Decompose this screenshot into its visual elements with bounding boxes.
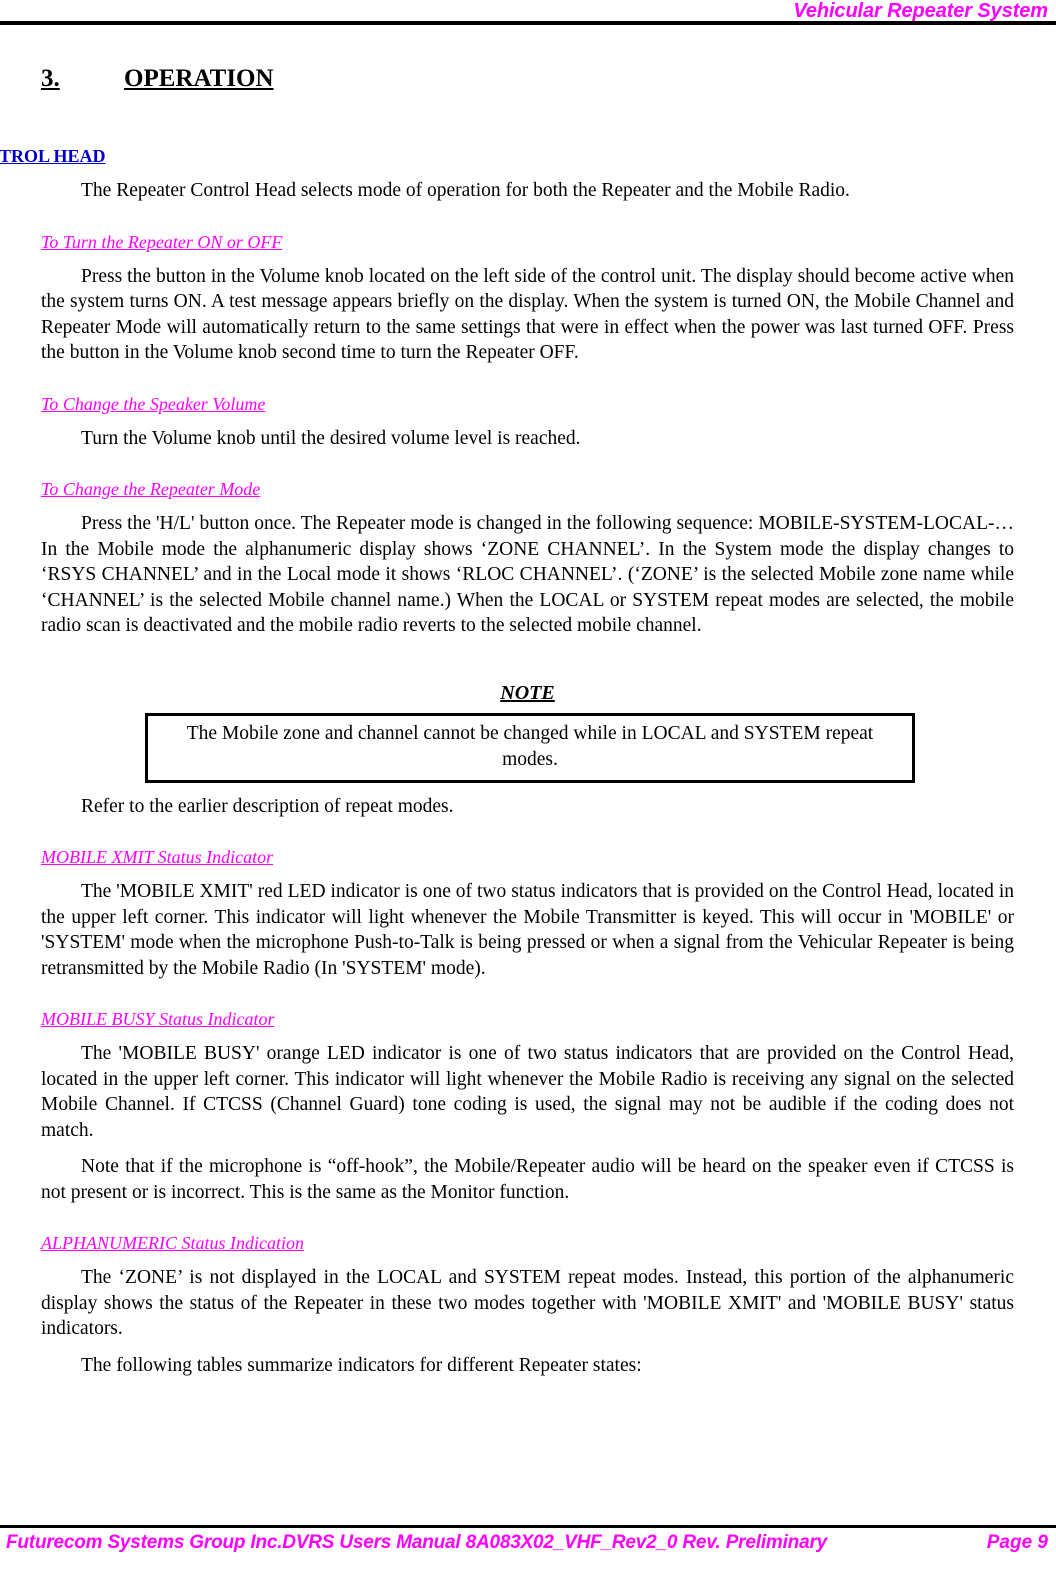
section-title: OPERATION bbox=[124, 65, 274, 92]
section-number: 3. bbox=[41, 65, 60, 92]
topic-paragraph-mobile-busy-1: The 'MOBILE BUSY' orange LED indicator i… bbox=[41, 1043, 1014, 1141]
section-heading: 3. OPERATION bbox=[41, 64, 1014, 94]
topic-heading-turn-repeater-on-off[interactable]: To Turn the Repeater ON or OFF bbox=[41, 231, 282, 253]
topic-paragraph-mobile-busy-2: Note that if the microphone is “off-hook… bbox=[41, 1156, 1014, 1203]
note-label: NOTE bbox=[500, 681, 555, 704]
note-box: The Mobile zone and channel cannot be ch… bbox=[145, 712, 915, 783]
topic-heading-wrap-alphanumeric: ALPHANUMERIC Status Indication bbox=[41, 1218, 1014, 1254]
topic-heading-wrap-repeater-mode: To Change the Repeater Mode bbox=[41, 464, 1014, 500]
topic-paragraph-speaker-volume: Turn the Volume knob until the desired v… bbox=[81, 427, 581, 449]
footer-divider-rule bbox=[0, 1525, 1056, 1528]
intro-paragraph: The Repeater Control Head selects mode o… bbox=[81, 180, 850, 201]
header-title: Vehicular Repeater System bbox=[793, 0, 1048, 22]
page-footer: Futurecom Systems Group Inc.DVRS Users M… bbox=[0, 1525, 1056, 1569]
topic-heading-mobile-busy-status-indicator[interactable]: MOBILE BUSY Status Indicator bbox=[41, 1008, 275, 1030]
topic-heading-wrap-mobile-xmit: MOBILE XMIT Status Indicator bbox=[41, 832, 1014, 868]
after-note-paragraph: Refer to the earlier description of repe… bbox=[81, 795, 454, 817]
note-block: NOTE The Mobile zone and channel cannot … bbox=[41, 681, 1014, 783]
topic-heading-change-speaker-volume[interactable]: To Change the Speaker Volume bbox=[41, 393, 265, 415]
topic-heading-wrap-speaker-volume: To Change the Speaker Volume bbox=[41, 379, 1014, 415]
topic-paragraph-repeater-mode: Press the 'H/L' button once. The Repeate… bbox=[41, 513, 1014, 636]
topic-heading-wrap-mobile-busy: MOBILE BUSY Status Indicator bbox=[41, 994, 1014, 1030]
document-page: Vehicular Repeater System 3. OPERATION C… bbox=[0, 0, 1056, 1569]
footer-page-number: Page 9 bbox=[986, 1532, 1048, 1553]
topic-heading-change-repeater-mode[interactable]: To Change the Repeater Mode bbox=[41, 478, 260, 500]
footer-content: Futurecom Systems Group Inc.DVRS Users M… bbox=[6, 1531, 1050, 1555]
topic-heading-wrap-turn-on-off: To Turn the Repeater ON or OFF bbox=[41, 217, 1014, 253]
topic-paragraph-alphanumeric-2: The following tables summarize indicator… bbox=[81, 1354, 642, 1376]
topic-heading-mobile-xmit-status-indicator[interactable]: MOBILE XMIT Status Indicator bbox=[41, 846, 273, 868]
topic-heading-alphanumeric-status-indication[interactable]: ALPHANUMERIC Status Indication bbox=[41, 1232, 304, 1254]
topic-paragraph-turn-on-off: Press the button in the Volume knob loca… bbox=[41, 265, 1014, 364]
footer-document-reference: Futurecom Systems Group Inc.DVRS Users M… bbox=[6, 1532, 828, 1553]
document-body: 3. OPERATION CONTROL HEAD The Repeater C… bbox=[0, 40, 1014, 1378]
subsection-heading-control-head[interactable]: CONTROL HEAD bbox=[0, 145, 106, 167]
subsection-heading-wrap: CONTROL HEAD bbox=[0, 119, 1014, 167]
topic-paragraph-mobile-xmit: The 'MOBILE XMIT' red LED indicator is o… bbox=[41, 881, 1014, 979]
header-divider-rule bbox=[0, 21, 1056, 25]
topic-paragraph-alphanumeric-1: The ‘ZONE’ is not displayed in the LOCAL… bbox=[41, 1267, 1014, 1339]
